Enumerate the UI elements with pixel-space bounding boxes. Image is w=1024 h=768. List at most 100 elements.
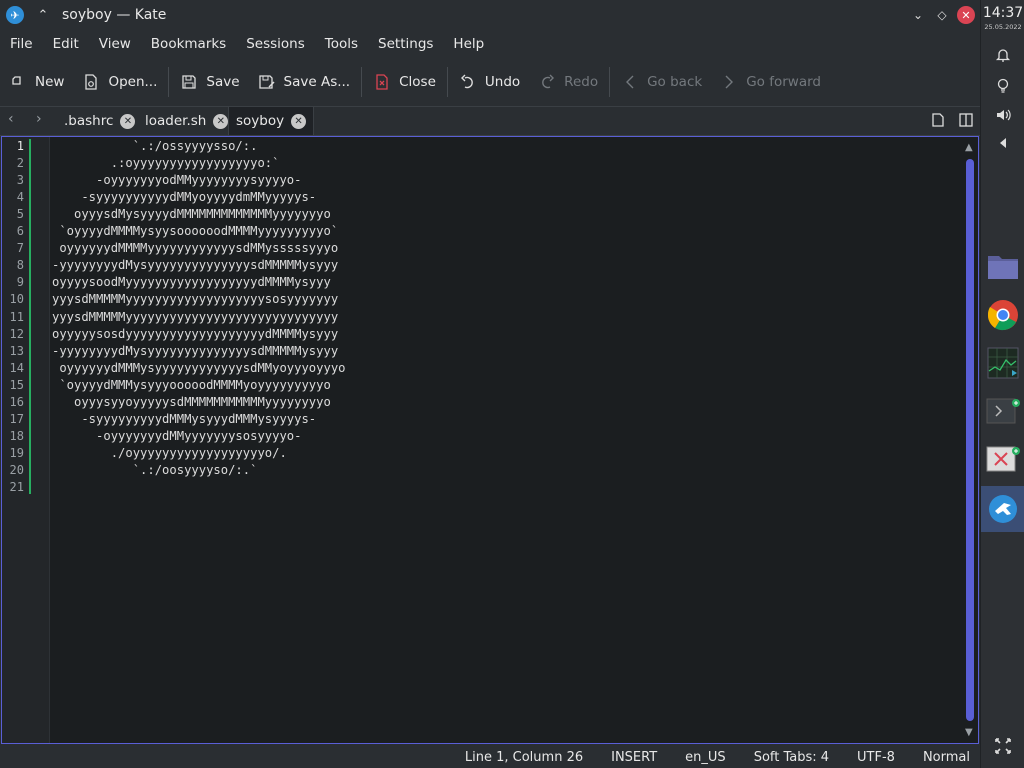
code-line[interactable]: ./oyyyyyyyyyyyyyyyyyyo/.	[52, 445, 287, 462]
line-number[interactable]: 18	[2, 429, 24, 443]
menu-file[interactable]: File	[0, 36, 43, 52]
tab-soyboy[interactable]: soyboy ✕	[228, 107, 315, 135]
tab-bashrc[interactable]: .bashrc ✕	[64, 107, 136, 135]
lightbulb-icon[interactable]	[995, 78, 1011, 94]
line-number[interactable]: 21	[2, 480, 24, 494]
close-window-button[interactable]: ✕	[957, 6, 975, 24]
vertical-scrollbar[interactable]: ▲ ▼	[962, 137, 978, 743]
ksysguard-kill-icon[interactable]	[981, 436, 1024, 482]
line-number-gutter[interactable]: 1 2 3 4 5 6 7 8 9 10 11 12 13 14 15 16 17 18 19 20 21	[2, 137, 50, 743]
undo-button[interactable]: Undo	[450, 64, 529, 100]
scroll-up-icon[interactable]: ▲	[965, 142, 973, 153]
kate-taskbar-icon[interactable]	[981, 486, 1024, 532]
line-number[interactable]: 11	[2, 310, 24, 324]
code-line[interactable]: .:oyyyyyyyyyyyyyyyyyo:`	[52, 155, 280, 172]
code-line[interactable]: `.:/oosyyyyso/:.`	[52, 462, 258, 479]
line-number[interactable]: 7	[2, 241, 24, 255]
menu-edit[interactable]: Edit	[43, 36, 89, 52]
code-line[interactable]: oyyyysoodMyyyyyyyyyyyyyyyyyydMMMMysyyy	[52, 274, 331, 291]
file-encoding[interactable]: UTF-8	[857, 750, 895, 765]
code-line[interactable]: oyyysyyoyyyyysdMMMMMMMMMMMyyyyyyyyo	[52, 394, 331, 411]
code-line[interactable]: oyyysdMysyyyydMMMMMMMMMMMMMyyyyyyyo	[52, 206, 331, 223]
menu-bookmarks[interactable]: Bookmarks	[141, 36, 236, 52]
tab-close-icon[interactable]: ✕	[291, 113, 307, 129]
cursor-position[interactable]: Line 1, Column 26	[465, 750, 583, 765]
line-number[interactable]: 4	[2, 190, 24, 204]
save-as-button[interactable]: Save As...	[249, 64, 360, 100]
kde-app-icon[interactable]: ✈	[6, 6, 24, 24]
code-line[interactable]: -oyyyyyyydMMyyyyyyysosyyyyo-	[52, 428, 301, 445]
code-line[interactable]: oyyyyysosdyyyyyyyyyyyyyyyyyyydMMMMysyyy	[52, 326, 338, 343]
text-editor[interactable]: 1 2 3 4 5 6 7 8 9 10 11 12 13 14 15 16 17 18 19 20 21 `.:/os…	[1, 136, 979, 744]
code-line[interactable]: yyysdMMMMMyyyyyyyyyyyyyyyyyyyyyyyyyyyyy	[52, 309, 338, 326]
line-number[interactable]: 17	[2, 412, 24, 426]
menu-view[interactable]: View	[89, 36, 141, 52]
tab-close-icon[interactable]: ✕	[213, 113, 229, 129]
line-number[interactable]: 13	[2, 344, 24, 358]
code-line[interactable]: -oyyyyyyyodMMyyyyyyyysyyyyo-	[52, 172, 301, 189]
input-mode[interactable]: Normal	[923, 750, 970, 765]
save-button[interactable]: Save	[171, 64, 248, 100]
expand-tray-icon[interactable]	[995, 135, 1011, 151]
new-tab-icon[interactable]	[931, 113, 945, 127]
dictionary-language[interactable]: en_US	[685, 750, 726, 765]
panel-configure-icon[interactable]	[993, 736, 1013, 756]
clock-time[interactable]: 14:37	[981, 5, 1024, 21]
line-number[interactable]: 5	[2, 207, 24, 221]
split-view-icon[interactable]	[959, 113, 973, 127]
chrome-icon[interactable]	[981, 292, 1024, 338]
redo-button[interactable]: Redo	[529, 64, 607, 100]
line-number[interactable]: 1	[2, 139, 24, 153]
minimize-button[interactable]: ⌄	[906, 8, 930, 22]
code-line[interactable]: oyyyyyydMMMMyyyyyyyyyyyysdMMysssssyyyo	[52, 240, 338, 257]
line-number[interactable]: 10	[2, 292, 24, 306]
maximize-button[interactable]: ◇	[930, 8, 954, 22]
code-line[interactable]: yyysdMMMMMyyyyyyyyyyyyyyyyyyysosyyyyyyy	[52, 291, 338, 308]
line-number[interactable]: 19	[2, 446, 24, 460]
indentation-settings[interactable]: Soft Tabs: 4	[754, 750, 829, 765]
code-line[interactable]: -syyyyyyyyyydMMyoyyyydmMMyyyyys-	[52, 189, 316, 206]
line-number[interactable]: 3	[2, 173, 24, 187]
new-label: New	[35, 74, 65, 90]
tabs-scroll-left-icon[interactable]: ‹	[8, 111, 14, 127]
line-number[interactable]: 14	[2, 361, 24, 375]
file-manager-icon[interactable]	[981, 243, 1024, 289]
line-number[interactable]: 15	[2, 378, 24, 392]
code-line[interactable]: oyyyyyydMMMysyyyyyyyyyyyysdMMyoyyyoyyyo	[52, 360, 345, 377]
open-button[interactable]: Open...	[73, 64, 166, 100]
line-number[interactable]: 9	[2, 275, 24, 289]
scroll-down-icon[interactable]: ▼	[965, 727, 973, 738]
insert-mode[interactable]: INSERT	[611, 750, 657, 765]
close-button[interactable]: Close	[364, 64, 445, 100]
line-number[interactable]: 20	[2, 463, 24, 477]
tabs-scroll-right-icon[interactable]: ›	[36, 111, 42, 127]
new-button[interactable]: New	[0, 64, 73, 100]
code-line[interactable]: -yyyyyyyydMysyyyyyyyyyyyyyysdMMMMMysyyy	[52, 257, 338, 274]
code-line[interactable]: `oyyyydMMMysyyyooooodMMMMyoyyyyyyyyyo	[52, 377, 331, 394]
tab-close-icon[interactable]: ✕	[120, 113, 136, 129]
save-as-icon	[258, 73, 276, 91]
terminal-icon[interactable]	[981, 388, 1024, 434]
line-number[interactable]: 12	[2, 327, 24, 341]
keep-above-icon[interactable]: ⌃	[36, 8, 50, 23]
notifications-bell-icon[interactable]	[995, 47, 1011, 63]
go-forward-button[interactable]: Go forward	[711, 64, 830, 100]
line-number[interactable]: 8	[2, 258, 24, 272]
menu-sessions[interactable]: Sessions	[236, 36, 315, 52]
code-line[interactable]: -yyyyyyyydMysyyyyyyyyyyyyyysdMMMMMysyyy	[52, 343, 338, 360]
line-number[interactable]: 16	[2, 395, 24, 409]
line-number[interactable]: 6	[2, 224, 24, 238]
menu-help[interactable]: Help	[443, 36, 494, 52]
tab-loader-sh[interactable]: loader.sh ✕	[145, 107, 229, 135]
menu-settings[interactable]: Settings	[368, 36, 443, 52]
line-number[interactable]: 2	[2, 156, 24, 170]
menu-tools[interactable]: Tools	[315, 36, 368, 52]
go-back-button[interactable]: Go back	[612, 64, 711, 100]
code-line[interactable]: `oyyyydMMMMysyysoooooodMMMMyyyyyyyyyo`	[52, 223, 338, 240]
volume-icon[interactable]	[995, 107, 1011, 123]
system-monitor-icon[interactable]	[981, 340, 1024, 386]
code-line[interactable]: `.:/ossyyyysso/:.	[52, 138, 258, 155]
code-line[interactable]: -syyyyyyyyydMMMysyyydMMMysyyyys-	[52, 411, 316, 428]
title-bar[interactable]: ✈ ⌃ soyboy — Kate ⌄ ◇ ✕	[0, 0, 980, 30]
scrollbar-thumb[interactable]	[966, 159, 974, 721]
